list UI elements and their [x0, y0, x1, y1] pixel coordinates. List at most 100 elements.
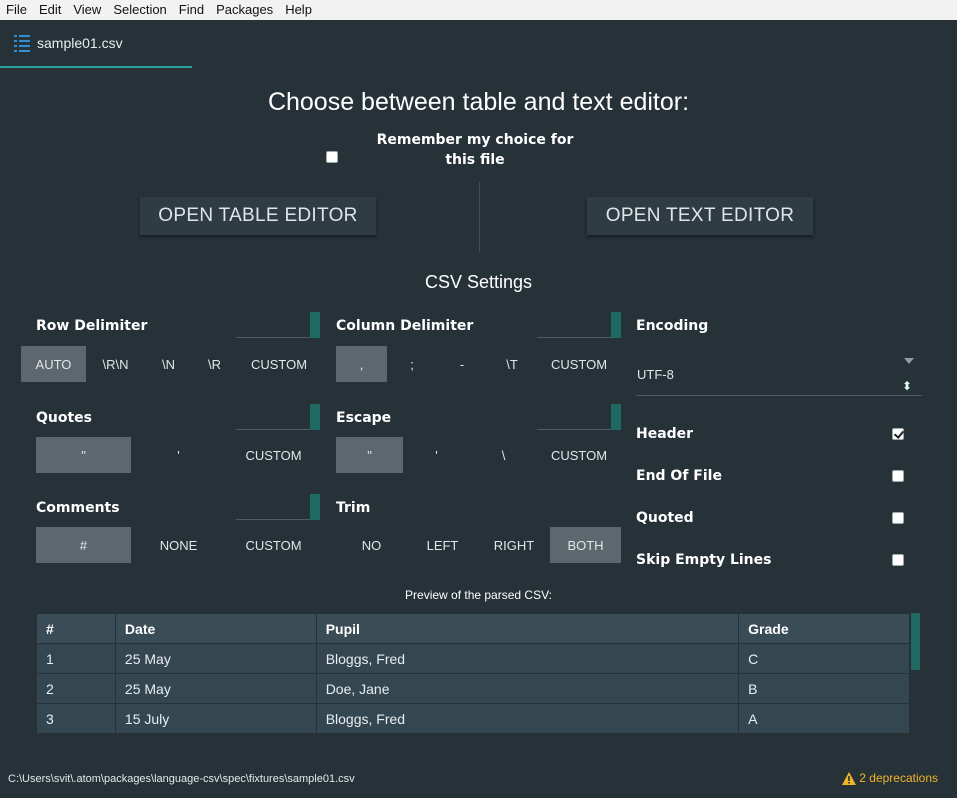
header-option: Header	[636, 423, 906, 447]
table-cell: B	[738, 673, 910, 704]
preview-label: Preview of the parsed CSV:	[405, 588, 552, 602]
escape-option-double[interactable]: "	[336, 437, 403, 473]
column-header: Pupil	[315, 613, 740, 644]
trim-label: Trim	[336, 500, 371, 516]
quotes-accent	[310, 404, 320, 430]
quotes-custom-input[interactable]	[236, 404, 320, 430]
tab-title: sample01.csv	[37, 35, 123, 51]
encoding-value: UTF-8	[637, 367, 674, 382]
select-spinner-icon: ⬍	[901, 379, 912, 393]
row-delimiter-custom-input[interactable]	[236, 312, 320, 338]
escape-option-single[interactable]: '	[403, 437, 470, 473]
row-delimiter-label: Row Delimiter	[36, 318, 148, 334]
column-delimiter-option-dash[interactable]: -	[437, 346, 487, 382]
skip-empty-lines-checkbox[interactable]	[892, 554, 904, 566]
table-cell: Bloggs, Fred	[315, 643, 740, 674]
column-delimiter-option-semicolon[interactable]: ;	[387, 346, 437, 382]
menu-file[interactable]: File	[0, 0, 33, 20]
table-cell: 3	[36, 703, 116, 734]
escape-custom-input[interactable]	[537, 404, 621, 430]
escape-accent	[611, 404, 621, 430]
table-row: 1 25 May Bloggs, Fred C	[36, 643, 910, 674]
quoted-checkbox[interactable]	[892, 512, 904, 524]
escape-option-backslash[interactable]: \	[470, 437, 537, 473]
chooser-divider	[479, 182, 480, 252]
quotes-option-single[interactable]: '	[131, 437, 226, 473]
column-header: #	[36, 613, 116, 644]
trim-option-both[interactable]: BOTH	[550, 527, 621, 563]
trim-option-no[interactable]: NO	[336, 527, 407, 563]
comments-label: Comments	[36, 500, 120, 516]
table-cell: 15 July	[114, 703, 317, 734]
skip-empty-lines-option: Skip Empty Lines	[636, 549, 906, 573]
file-path[interactable]: C:\Users\svit\.atom\packages\language-cs…	[8, 773, 355, 785]
dropdown-arrow-icon	[904, 358, 914, 364]
table-cell: Bloggs, Fred	[315, 703, 740, 734]
row-delimiter-option-auto[interactable]: AUTO	[21, 346, 86, 382]
quoted-option: Quoted	[636, 507, 906, 531]
row-delimiter-option-lf[interactable]: \N	[145, 346, 192, 382]
encoding-select[interactable]: UTF-8 ⬍	[636, 358, 922, 396]
trim-option-left[interactable]: LEFT	[407, 527, 478, 563]
encoding-label: Encoding	[636, 318, 709, 334]
quotes-option-custom[interactable]: CUSTOM	[226, 437, 321, 473]
open-text-editor-button[interactable]: OPEN TEXT EDITOR	[587, 197, 813, 235]
list-icon	[14, 35, 30, 52]
column-delimiter-option-tab[interactable]: \T	[487, 346, 537, 382]
quotes-option-double[interactable]: "	[36, 437, 131, 473]
status-bar: C:\Users\svit\.atom\packages\language-cs…	[0, 764, 957, 798]
comments-option-custom[interactable]: CUSTOM	[226, 527, 321, 563]
table-scrollbar[interactable]	[911, 613, 920, 670]
table-header-row: # Date Pupil Grade	[36, 613, 910, 644]
row-delimiter-accent	[310, 312, 320, 338]
row-delimiter-option-cr[interactable]: \R	[192, 346, 237, 382]
menu-selection[interactable]: Selection	[107, 0, 172, 20]
end-of-file-label: End Of File	[636, 468, 722, 484]
header-label: Header	[636, 426, 694, 442]
column-delimiter-option-custom[interactable]: CUSTOM	[537, 346, 621, 382]
row-delimiter-option-crlf[interactable]: \R\N	[86, 346, 145, 382]
table-cell: A	[738, 703, 910, 734]
chooser-heading: Choose between table and text editor:	[267, 88, 690, 116]
table-cell: 2	[36, 673, 116, 704]
table-cell: C	[738, 643, 910, 674]
comments-option-none[interactable]: NONE	[131, 527, 226, 563]
tab-sample01[interactable]: sample01.csv	[0, 20, 192, 68]
table-cell: 25 May	[114, 673, 317, 704]
trim-option-right[interactable]: RIGHT	[478, 527, 550, 563]
comments-custom-input[interactable]	[236, 494, 320, 520]
column-delimiter-option-comma[interactable]: ,	[336, 346, 387, 382]
column-delimiter-accent	[611, 312, 621, 338]
table-cell: 25 May	[114, 643, 317, 674]
remember-label: Remember my choice for this file	[376, 132, 574, 168]
header-checkbox[interactable]	[892, 428, 904, 440]
table-row: 3 15 July Bloggs, Fred A	[36, 703, 910, 734]
row-delimiter-option-custom[interactable]: CUSTOM	[237, 346, 321, 382]
end-of-file-option: End Of File	[636, 465, 906, 489]
comments-option-hash[interactable]: #	[36, 527, 131, 563]
escape-option-custom[interactable]: CUSTOM	[537, 437, 621, 473]
remember-checkbox[interactable]	[326, 151, 338, 163]
column-delimiter-custom-input[interactable]	[537, 312, 621, 338]
menu-edit[interactable]: Edit	[33, 0, 67, 20]
table-cell: Doe, Jane	[315, 673, 740, 704]
tab-bar: sample01.csv	[0, 20, 957, 68]
warning-icon	[842, 771, 857, 785]
column-header: Date	[114, 613, 317, 644]
menu-view[interactable]: View	[67, 0, 107, 20]
deprecations-indicator[interactable]: 2 deprecations	[842, 771, 938, 785]
menu-packages[interactable]: Packages	[210, 0, 279, 20]
menu-help[interactable]: Help	[279, 0, 318, 20]
menu-bar: File Edit View Selection Find Packages H…	[0, 0, 957, 20]
skip-empty-lines-label: Skip Empty Lines	[636, 552, 772, 568]
table-cell: 1	[36, 643, 116, 674]
deprecations-count: 2 deprecations	[859, 771, 938, 785]
menu-find[interactable]: Find	[173, 0, 210, 20]
end-of-file-checkbox[interactable]	[892, 470, 904, 482]
escape-label: Escape	[336, 410, 392, 426]
quoted-label: Quoted	[636, 510, 694, 526]
remember-choice: Remember my choice for this file	[326, 130, 596, 170]
comments-accent	[310, 494, 320, 520]
quotes-label: Quotes	[36, 410, 93, 426]
open-table-editor-button[interactable]: OPEN TABLE EDITOR	[140, 197, 376, 235]
